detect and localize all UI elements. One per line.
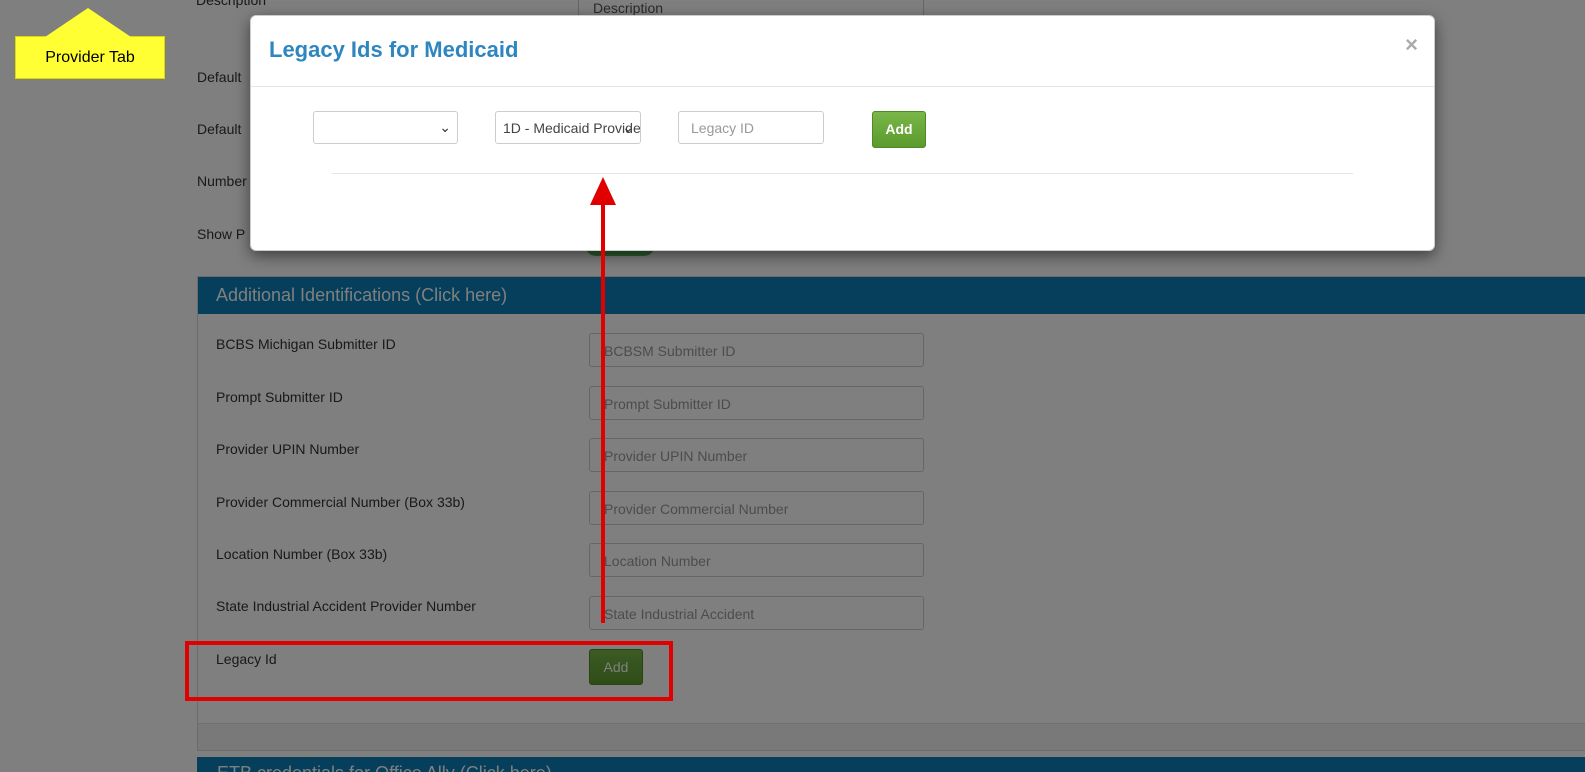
legacy-ids-modal: Legacy Ids for Medicaid × ⌄ 1D - Medicai… — [250, 15, 1435, 251]
modal-header: Legacy Ids for Medicaid × — [251, 16, 1434, 87]
modal-divider — [332, 173, 1353, 174]
chevron-down-icon: ⌄ — [622, 119, 634, 135]
qualifier-select-value: 1D - Medicaid Provider Number — [503, 120, 641, 136]
callout-pointer — [45, 8, 131, 37]
annotation-arrow-shaft — [601, 204, 605, 623]
modal-add-button[interactable]: Add — [872, 111, 926, 148]
callout-text: Provider Tab — [45, 49, 135, 66]
modal-title: Legacy Ids for Medicaid — [269, 37, 519, 62]
annotation-arrow-head — [590, 177, 616, 205]
close-icon[interactable]: × — [1405, 32, 1418, 58]
legacy-type-select[interactable]: ⌄ — [313, 111, 458, 144]
provider-tab-callout: Provider Tab — [15, 36, 165, 79]
legacy-id-highlight-box — [185, 641, 673, 701]
qualifier-select[interactable]: 1D - Medicaid Provider Number ⌄ — [495, 111, 641, 144]
chevron-down-icon: ⌄ — [439, 119, 451, 135]
legacy-id-input[interactable]: Legacy ID — [678, 111, 824, 144]
